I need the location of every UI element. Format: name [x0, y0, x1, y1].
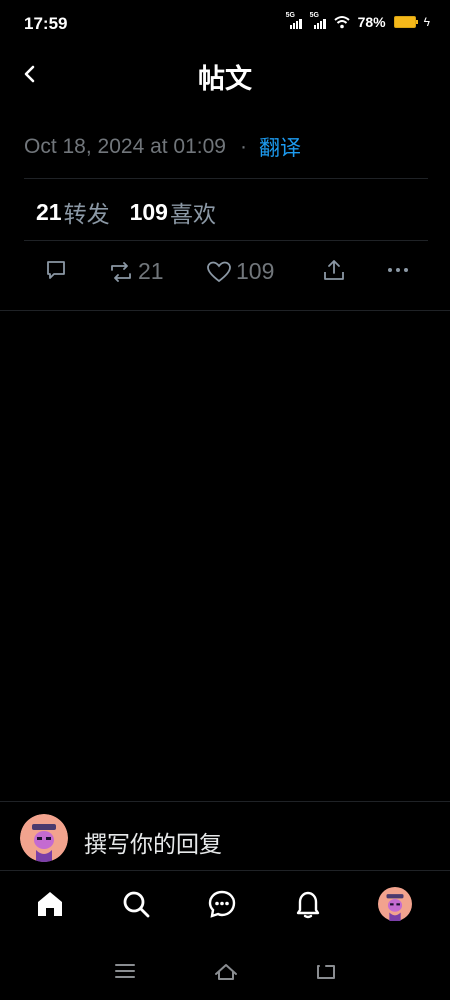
share-button[interactable]	[322, 258, 346, 282]
tab-messages[interactable]	[204, 886, 240, 922]
comment-icon	[47, 261, 65, 279]
post-timestamp-row: Oct 18, 2024 at 01:09 · 翻译	[24, 132, 301, 162]
scrolled-content-edge	[0, 99, 450, 105]
separator-dot: ·	[239, 135, 247, 158]
bottom-nav	[0, 870, 450, 940]
likes-label[interactable]: 喜欢	[170, 195, 216, 229]
page-title: 帖文	[198, 64, 252, 94]
repost-button[interactable]: 21	[108, 258, 164, 285]
system-home-button[interactable]	[213, 962, 239, 987]
battery-percent: 78%	[357, 14, 386, 30]
menu-icon	[115, 964, 135, 978]
like-button[interactable]: 109	[206, 258, 274, 285]
reposts-count[interactable]: 21	[36, 199, 62, 226]
more-button[interactable]	[386, 258, 410, 282]
share-icon	[324, 260, 344, 280]
likes-count[interactable]: 109	[130, 199, 168, 226]
home-icon	[215, 964, 237, 980]
tab-notifications[interactable]	[290, 886, 326, 922]
status-icons: 5G 5G 78% ϟ	[286, 12, 430, 30]
status-time: 17:59	[24, 14, 68, 33]
repost-count: 21	[138, 258, 164, 284]
system-back-button[interactable]	[314, 962, 338, 987]
reply-composer[interactable]: 撰写你的回复	[0, 801, 450, 871]
divider	[0, 310, 450, 311]
post-actions: 21 109	[0, 258, 450, 296]
translate-link[interactable]: 翻译	[259, 132, 301, 162]
avatar	[20, 814, 68, 862]
messages-icon	[208, 890, 236, 918]
system-nav	[0, 940, 450, 1000]
tab-search[interactable]	[118, 886, 154, 922]
signal-icon-2: 5G	[310, 12, 326, 29]
reply-button[interactable]	[44, 258, 68, 282]
divider	[24, 240, 428, 241]
signal-icon: 5G	[286, 12, 302, 29]
like-count: 109	[236, 258, 275, 284]
tab-home[interactable]	[32, 886, 68, 922]
battery-icon	[393, 16, 418, 28]
charging-icon: ϟ	[423, 15, 430, 29]
notifications-icon	[296, 891, 320, 919]
reply-input[interactable]: 撰写你的回复	[84, 825, 222, 859]
divider	[24, 178, 428, 179]
heart-icon	[207, 261, 231, 282]
repost-icon	[111, 261, 131, 282]
home-icon	[38, 892, 62, 916]
post-timestamp: Oct 18, 2024 at 01:09	[24, 135, 226, 158]
back-icon	[317, 965, 335, 979]
post-stats: 21 转发 109 喜欢	[36, 195, 216, 229]
header: 帖文	[0, 48, 450, 103]
tab-profile[interactable]	[377, 886, 413, 922]
reposts-label[interactable]: 转发	[64, 195, 110, 229]
status-bar: 17:59 5G 5G 78% ϟ	[0, 0, 450, 48]
wifi-icon	[333, 16, 350, 29]
system-menu-button[interactable]	[114, 962, 136, 985]
more-icon	[388, 268, 408, 272]
profile-avatar	[378, 887, 412, 921]
search-icon	[123, 891, 150, 918]
